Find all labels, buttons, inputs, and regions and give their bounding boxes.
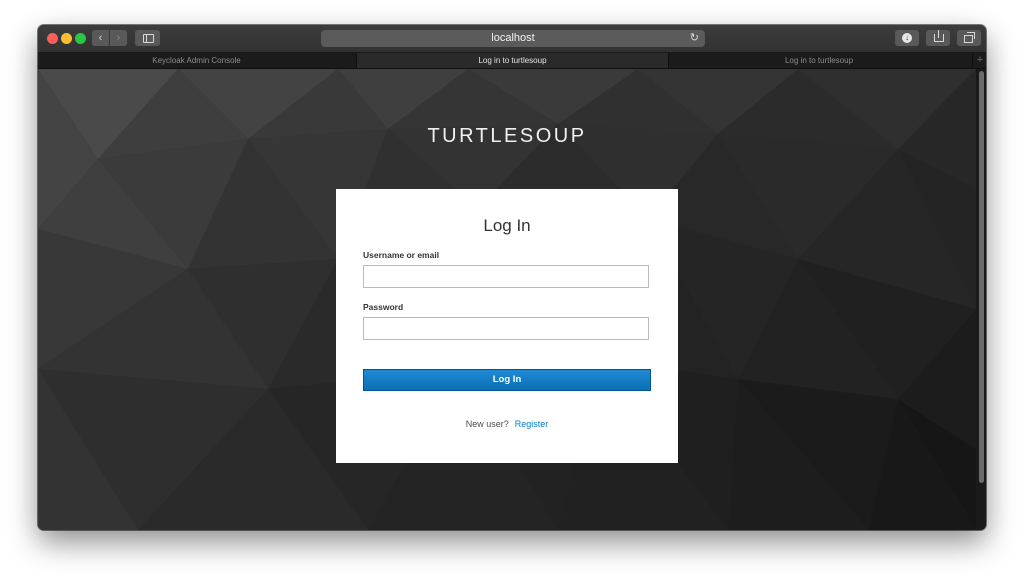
chevron-left-icon: ‹ xyxy=(98,32,103,44)
forward-button[interactable]: › xyxy=(110,30,127,46)
chevron-right-icon: › xyxy=(116,32,121,44)
scroll-thumb[interactable] xyxy=(979,71,984,483)
downloads-button[interactable]: ↓ xyxy=(895,30,919,46)
browser-window: ‹ › localhost ↻ ↓ Keycloak Admin Console… xyxy=(38,25,986,530)
vertical-scrollbar[interactable] xyxy=(976,69,986,530)
download-icon: ↓ xyxy=(902,33,912,43)
reload-icon[interactable]: ↻ xyxy=(690,30,699,47)
back-button[interactable]: ‹ xyxy=(92,30,109,46)
page-content: TURTLESOUP Log In Username or email Pass… xyxy=(38,69,986,530)
tab-bar: Keycloak Admin Console Log in to turtles… xyxy=(38,53,986,69)
username-label: Username or email xyxy=(363,250,440,260)
address-bar[interactable]: localhost ↻ xyxy=(321,30,705,47)
address-text: localhost xyxy=(491,32,535,44)
login-card: Log In Username or email Password Log In… xyxy=(336,189,678,463)
new-user-text: New user? xyxy=(465,419,509,429)
minimize-window-icon[interactable] xyxy=(61,33,72,44)
register-row: New user? Register xyxy=(336,419,678,429)
login-title: Log In xyxy=(483,216,531,235)
share-icon xyxy=(934,30,944,42)
realm-brand-title: TURTLESOUP xyxy=(427,125,587,147)
tab-log-in[interactable]: Log in to turtlesoup xyxy=(668,53,970,68)
new-tab-button[interactable]: + xyxy=(972,53,986,68)
browser-toolbar: ‹ › localhost ↻ ↓ xyxy=(38,25,986,53)
close-window-icon[interactable] xyxy=(47,33,58,44)
tab-keycloak-admin-console[interactable]: Keycloak Admin Console xyxy=(38,53,355,68)
password-input[interactable] xyxy=(363,317,649,340)
tab-overview-button[interactable] xyxy=(957,30,981,46)
fullscreen-window-icon[interactable] xyxy=(75,33,86,44)
register-link[interactable]: Register xyxy=(515,419,549,429)
login-button[interactable]: Log In xyxy=(363,369,651,391)
password-label: Password xyxy=(363,302,404,312)
sidebar-icon xyxy=(143,34,154,43)
tab-overview-icon xyxy=(964,32,975,43)
tab-log-in-active[interactable]: Log in to turtlesoup xyxy=(356,53,669,68)
username-input[interactable] xyxy=(363,265,649,288)
sidebar-toggle-button[interactable] xyxy=(135,30,160,46)
share-button[interactable] xyxy=(926,30,950,46)
